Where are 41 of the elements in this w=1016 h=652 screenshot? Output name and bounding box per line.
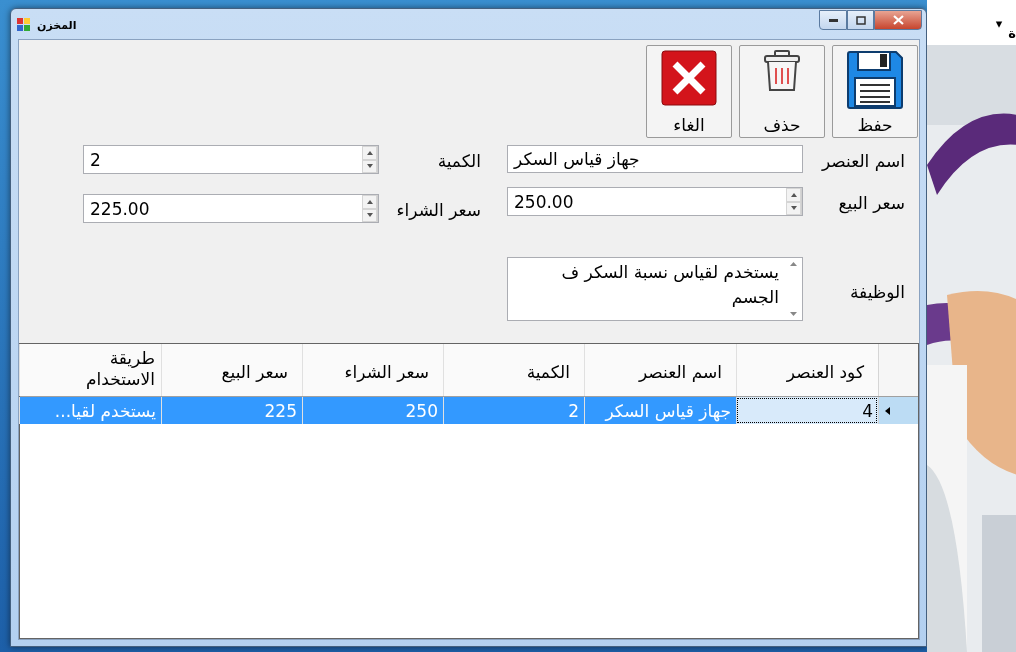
restore-icon	[855, 15, 866, 25]
column-header[interactable]: سعر الشراء	[302, 344, 443, 396]
window-title: المخزن	[37, 19, 77, 32]
numeric-field[interactable]: 225.00	[83, 194, 379, 223]
up-arrow-icon	[790, 192, 797, 197]
scroll-up-icon	[790, 262, 797, 266]
field-label: سعر الشراء	[395, 199, 481, 220]
column-header[interactable]: طريقة الاستخدام	[19, 344, 161, 396]
field-label: الكمية	[436, 150, 481, 171]
text-area[interactable]: يستخدم لقياس نسبة السكر ف الجسم	[507, 257, 803, 321]
column-header[interactable]: الكمية	[443, 344, 584, 396]
menu-text: ة	[1008, 26, 1016, 41]
close-icon	[892, 15, 904, 25]
minimize-button[interactable]	[819, 10, 847, 30]
column-header[interactable]: اسم العنصر	[584, 344, 736, 396]
minimize-icon	[828, 18, 838, 22]
app-icon	[17, 18, 31, 31]
scroll-down-icon	[790, 312, 797, 316]
close-icon	[661, 50, 717, 106]
field-label: سعر البيع	[837, 192, 905, 213]
up-arrow-icon	[366, 150, 373, 155]
down-arrow-icon	[366, 164, 373, 169]
down-arrow-icon	[790, 206, 797, 211]
dropdown-caret[interactable]: ▾	[995, 16, 1003, 31]
maximize-button[interactable]	[847, 10, 874, 30]
delete-button[interactable]: حذف	[739, 45, 825, 138]
cancel-button[interactable]: الغاء	[646, 45, 732, 138]
column-header[interactable]: سعر البيع	[161, 344, 302, 396]
text-field[interactable]: جهاز قياس السكر	[507, 145, 803, 173]
up-arrow-icon	[366, 199, 373, 204]
row-pointer-icon	[885, 406, 890, 415]
trash-can-icon	[763, 50, 801, 92]
down-arrow-icon	[366, 213, 373, 218]
field-label: اسم العنصر	[820, 150, 905, 171]
save-button[interactable]: حفظ	[832, 45, 918, 138]
column-header[interactable]: كود العنصر	[736, 344, 878, 396]
numeric-field[interactable]: 2	[83, 145, 379, 174]
close-button[interactable]	[874, 10, 922, 30]
table-cell[interactable]: 4	[736, 397, 878, 424]
field-label: الوظيفة	[848, 281, 905, 302]
numeric-field[interactable]: 250.00	[507, 187, 803, 216]
